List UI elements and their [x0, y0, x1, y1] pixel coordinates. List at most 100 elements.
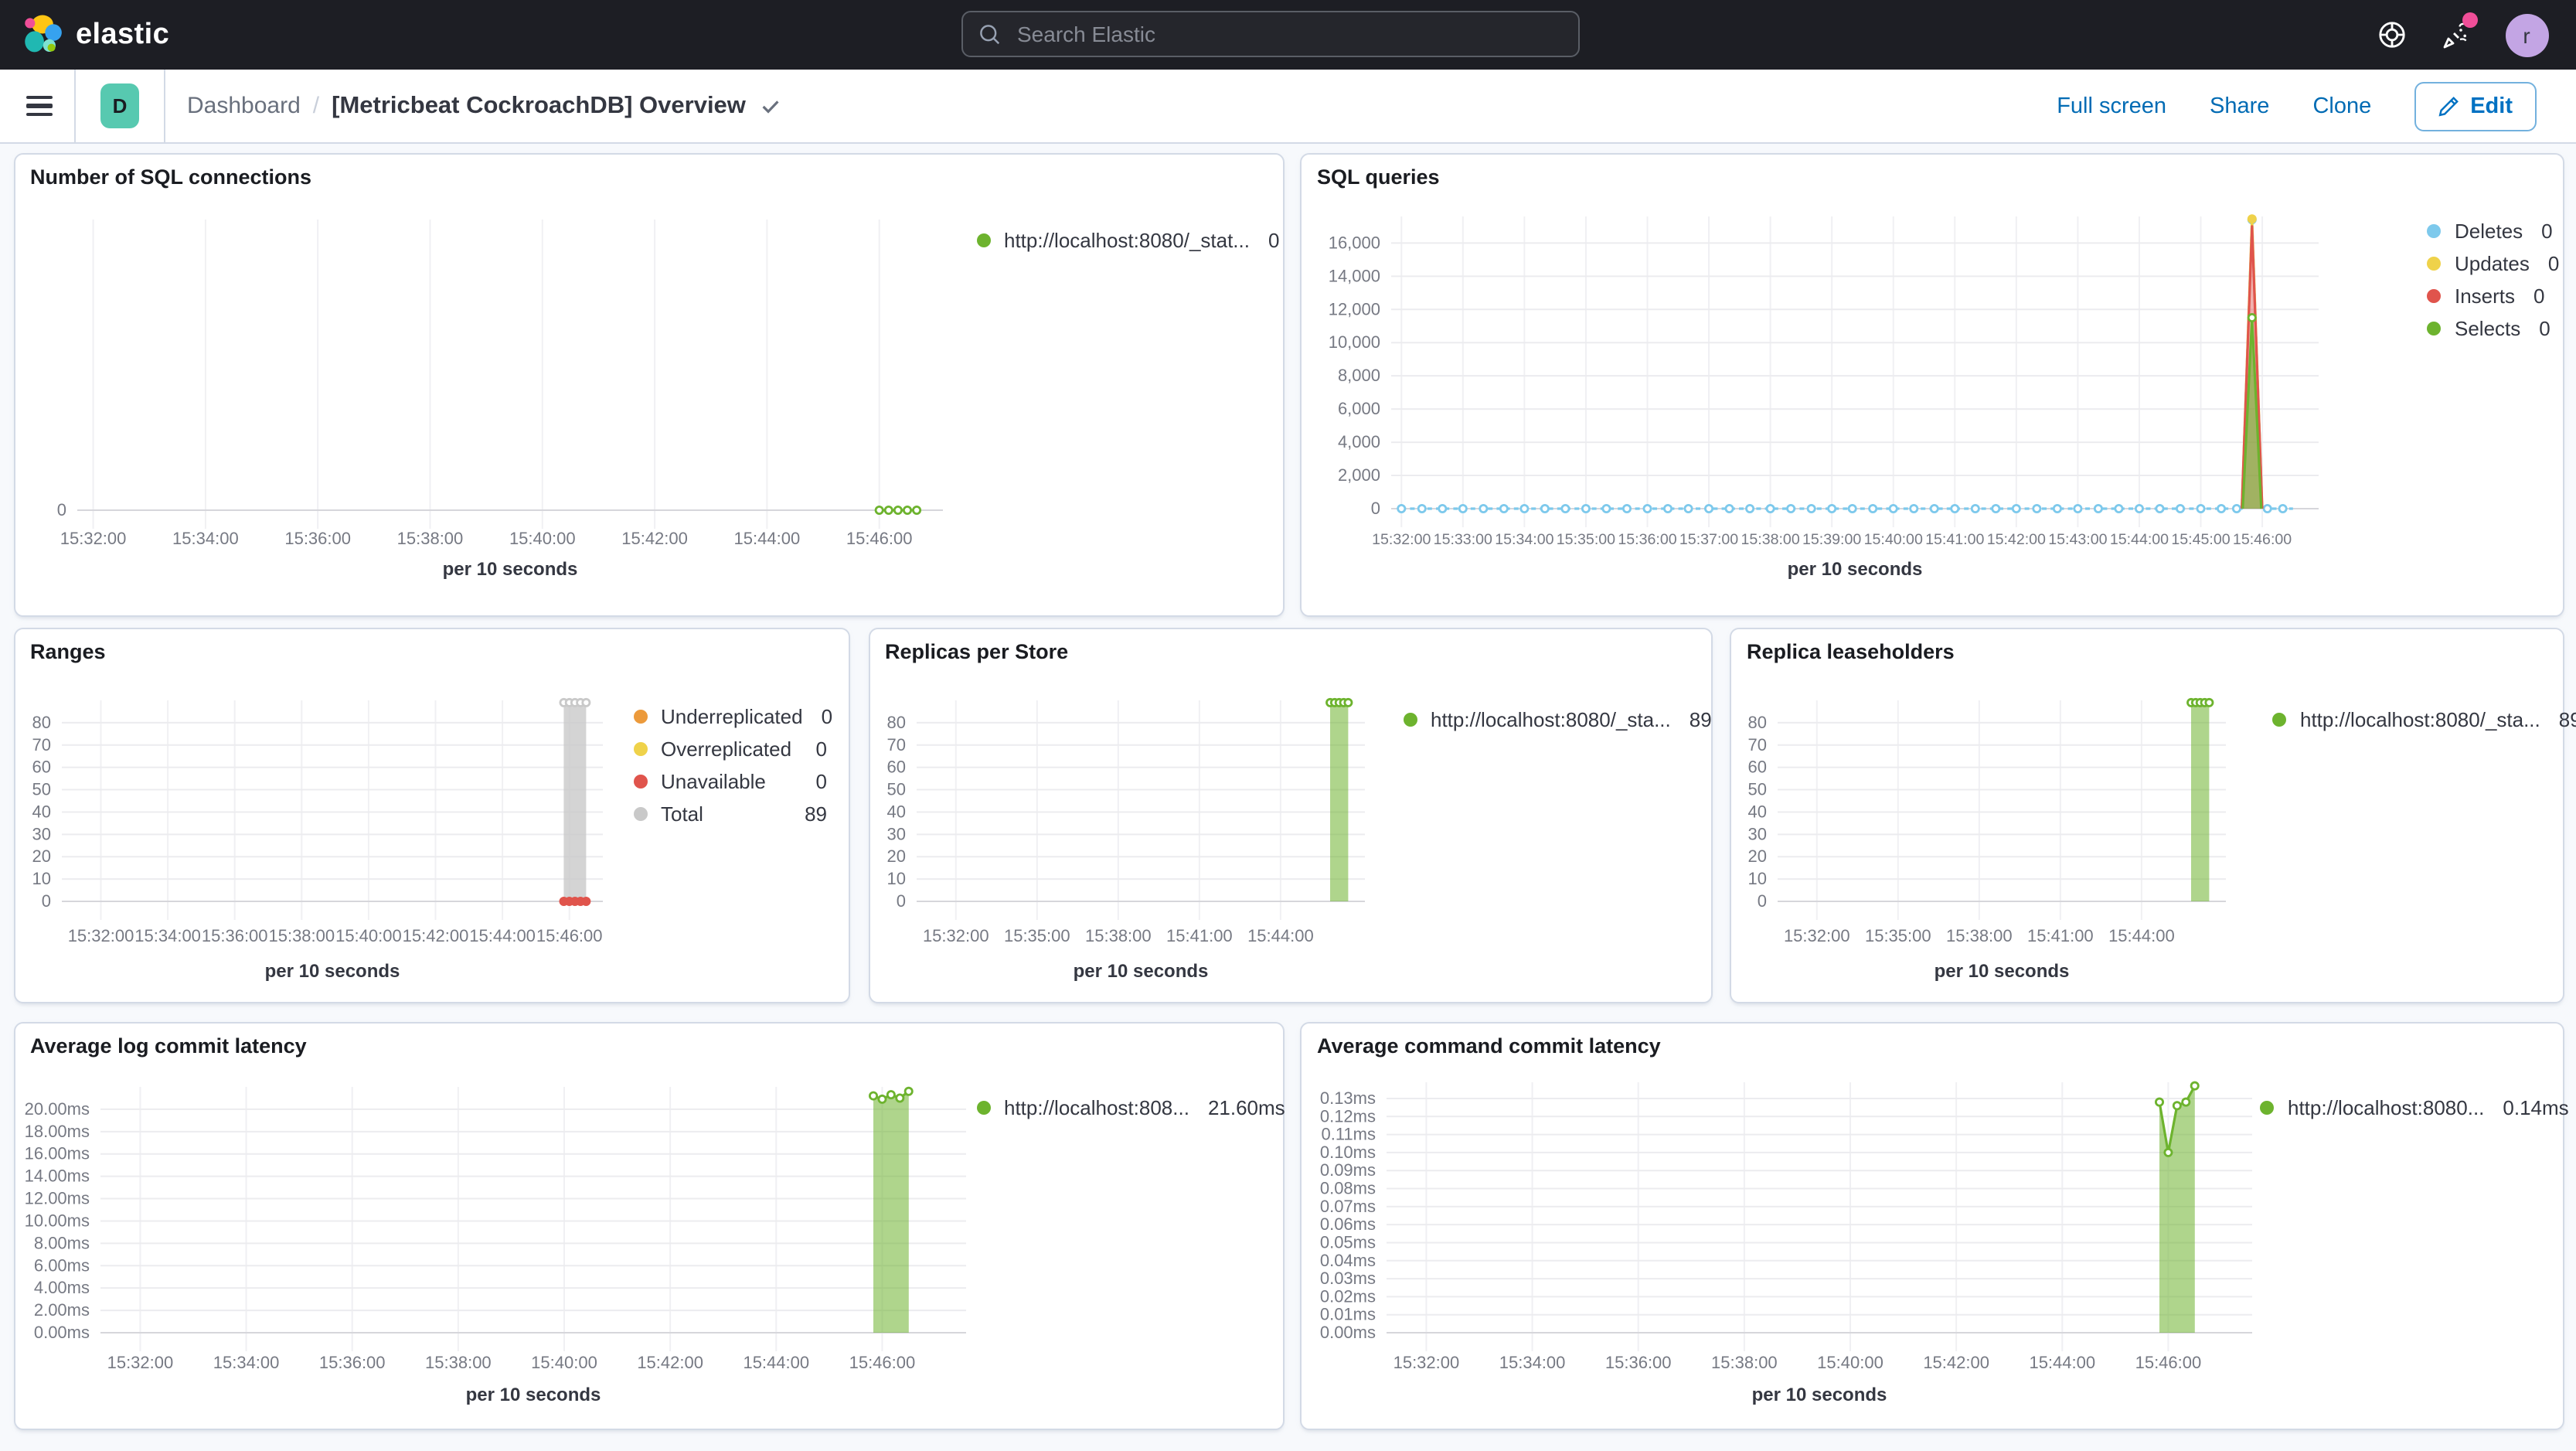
svg-text:40: 40: [1748, 802, 1767, 821]
legend-value: 0: [815, 769, 827, 793]
legend-swatch-icon: [2427, 257, 2441, 271]
legend-item[interactable]: Overreplicated 0: [633, 736, 827, 761]
svg-text:0.02ms: 0.02ms: [1320, 1286, 1376, 1306]
legend-item[interactable]: Inserts 0: [2427, 284, 2545, 309]
panel-title: Ranges: [30, 640, 106, 663]
navbar-right: r: [2377, 0, 2548, 70]
user-avatar[interactable]: r: [2505, 13, 2548, 56]
legend-item[interactable]: Updates 0: [2427, 251, 2559, 277]
legend-value: 21.60ms: [1207, 1095, 1285, 1119]
news-feed-icon[interactable]: [2440, 12, 2477, 50]
full-screen-button[interactable]: Full screen: [2057, 94, 2166, 118]
legend-value: 0: [2547, 252, 2560, 276]
chart-legend: Underreplicated 0 Overreplicated 0 Unavailab…: [633, 703, 832, 826]
legend-label: Inserts: [2455, 284, 2516, 308]
divider: [74, 69, 76, 143]
legend-item[interactable]: Selects 0: [2427, 316, 2550, 342]
svg-text:0.03ms: 0.03ms: [1320, 1269, 1376, 1288]
svg-text:15:44:00: 15:44:00: [1247, 926, 1313, 945]
legend-item[interactable]: http://localhost:808... 21.60ms: [976, 1095, 1285, 1120]
search-input[interactable]: [1014, 20, 1578, 48]
svg-text:15:46:00: 15:46:00: [536, 926, 602, 945]
svg-text:0.00ms: 0.00ms: [33, 1323, 89, 1342]
chart-canvas[interactable]: 15:32:00 15:34:00 15:36:00 15:38:00 15:40:00…: [1302, 1024, 2562, 1429]
panel-title: Average log commit latency: [30, 1034, 307, 1058]
svg-text:15:38:00: 15:38:00: [1946, 926, 2013, 945]
chart-canvas[interactable]: 15:32:00 15:34:00 15:36:00 15:38:00 15:40:00…: [15, 154, 1282, 615]
chart-canvas[interactable]: 15:32:00 15:34:00 15:36:00 15:38:00 15:40:00…: [15, 1024, 1282, 1429]
svg-text:15:46:00: 15:46:00: [2233, 530, 2292, 547]
svg-text:per 10 seconds: per 10 seconds: [264, 961, 400, 982]
svg-text:60: 60: [886, 758, 905, 777]
legend-item[interactable]: Unavailable 0: [633, 768, 827, 794]
legend-item[interactable]: Total 89: [633, 801, 827, 826]
svg-text:40: 40: [32, 802, 50, 821]
svg-text:10: 10: [32, 869, 50, 888]
breadcrumb-dashboard[interactable]: Dashboard: [187, 93, 301, 119]
edit-button[interactable]: Edit: [2414, 81, 2536, 131]
help-icon[interactable]: [2377, 20, 2406, 49]
svg-text:15:36:00: 15:36:00: [1605, 1353, 1672, 1372]
legend-item[interactable]: http://localhost:8080/_stat... 0: [976, 228, 1279, 254]
svg-text:10: 10: [886, 869, 905, 888]
clone-button[interactable]: Clone: [2312, 94, 2371, 118]
svg-text:15:41:00: 15:41:00: [1165, 926, 1232, 945]
panel-number-of-sql-connections: Number of SQL connections 15:32:00 15:34:…: [13, 152, 1284, 616]
svg-text:15:44:00: 15:44:00: [733, 528, 800, 547]
legend-item[interactable]: http://localhost:8080... 0.14ms: [2260, 1095, 2569, 1120]
chart-canvas[interactable]: 15:32:00 15:33:00 15:34:00 15:35:00 15:36:00…: [1302, 154, 2562, 615]
checkmark-icon[interactable]: [760, 94, 783, 118]
chart-legend: http://localhost:8080/_sta... 89: [2272, 707, 2576, 732]
chart-canvas[interactable]: 15:32:00 15:35:00 15:38:00 15:41:00 15:44:00…: [1731, 629, 2562, 1001]
chart-canvas[interactable]: 15:32:00 15:35:00 15:38:00 15:41:00 15:44:00…: [869, 629, 1710, 1001]
legend-item[interactable]: http://localhost:8080/_sta... 89: [2272, 707, 2576, 732]
chart-legend: http://localhost:8080/_stat... 0: [976, 228, 1279, 254]
svg-text:15:32:00: 15:32:00: [107, 1353, 173, 1372]
svg-text:15:32:00: 15:32:00: [1372, 530, 1431, 547]
panel-average-command-commit-latency: Average command commit latency 15:32:00 1…: [1300, 1022, 2569, 1430]
legend-label: Total: [661, 802, 703, 826]
svg-text:15:38:00: 15:38:00: [1711, 1353, 1778, 1372]
svg-text:15:44:00: 15:44:00: [2108, 926, 2175, 945]
legend-label: Underreplicated: [661, 704, 803, 728]
legend-item[interactable]: http://localhost:8080/_sta... 89: [1403, 707, 1712, 732]
legend-swatch-icon: [2260, 1100, 2274, 1115]
panel-replicas-per-store: Replicas per Store 15:32:00 15:35:00 15:38…: [868, 628, 1712, 1003]
pencil-icon: [2438, 96, 2459, 116]
space-badge[interactable]: D: [100, 83, 139, 128]
legend-label: Updates: [2455, 252, 2530, 276]
svg-text:80: 80: [886, 713, 905, 732]
svg-text:per 10 seconds: per 10 seconds: [465, 1385, 601, 1405]
legend-value: 89: [2558, 707, 2576, 731]
svg-text:0.01ms: 0.01ms: [1320, 1305, 1376, 1324]
svg-text:15:40:00: 15:40:00: [335, 926, 401, 945]
svg-text:15:41:00: 15:41:00: [1925, 530, 1984, 547]
svg-text:15:34:00: 15:34:00: [213, 1353, 279, 1372]
legend-swatch-icon: [633, 774, 647, 789]
svg-text:70: 70: [32, 735, 50, 754]
svg-text:16.00ms: 16.00ms: [24, 1144, 89, 1163]
svg-text:15:38:00: 15:38:00: [424, 1353, 491, 1372]
svg-text:0.12ms: 0.12ms: [1320, 1106, 1376, 1126]
svg-text:15:32:00: 15:32:00: [1784, 926, 1850, 945]
top-navbar: elastic r: [0, 0, 2576, 70]
panel-title: SQL queries: [1317, 165, 1440, 188]
share-button[interactable]: Share: [2210, 94, 2269, 118]
search-icon: [978, 22, 1002, 46]
legend-item[interactable]: Deletes 0: [2427, 219, 2553, 244]
legend-swatch-icon: [2427, 322, 2441, 336]
edit-button-label: Edit: [2470, 94, 2513, 118]
legend-item[interactable]: Underreplicated 0: [633, 703, 832, 729]
svg-text:8.00ms: 8.00ms: [33, 1233, 89, 1252]
menu-icon[interactable]: [26, 95, 53, 117]
svg-text:15:38:00: 15:38:00: [1741, 530, 1799, 547]
legend-swatch-icon: [633, 741, 647, 756]
svg-text:15:35:00: 15:35:00: [1003, 926, 1070, 945]
svg-text:4,000: 4,000: [1338, 431, 1380, 451]
legend-label: Selects: [2455, 317, 2521, 341]
svg-text:15:35:00: 15:35:00: [1865, 926, 1931, 945]
svg-text:per 10 seconds: per 10 seconds: [1073, 961, 1208, 982]
elastic-logo[interactable]: elastic: [22, 14, 169, 56]
global-search[interactable]: [961, 11, 1580, 57]
legend-swatch-icon: [2427, 224, 2441, 239]
